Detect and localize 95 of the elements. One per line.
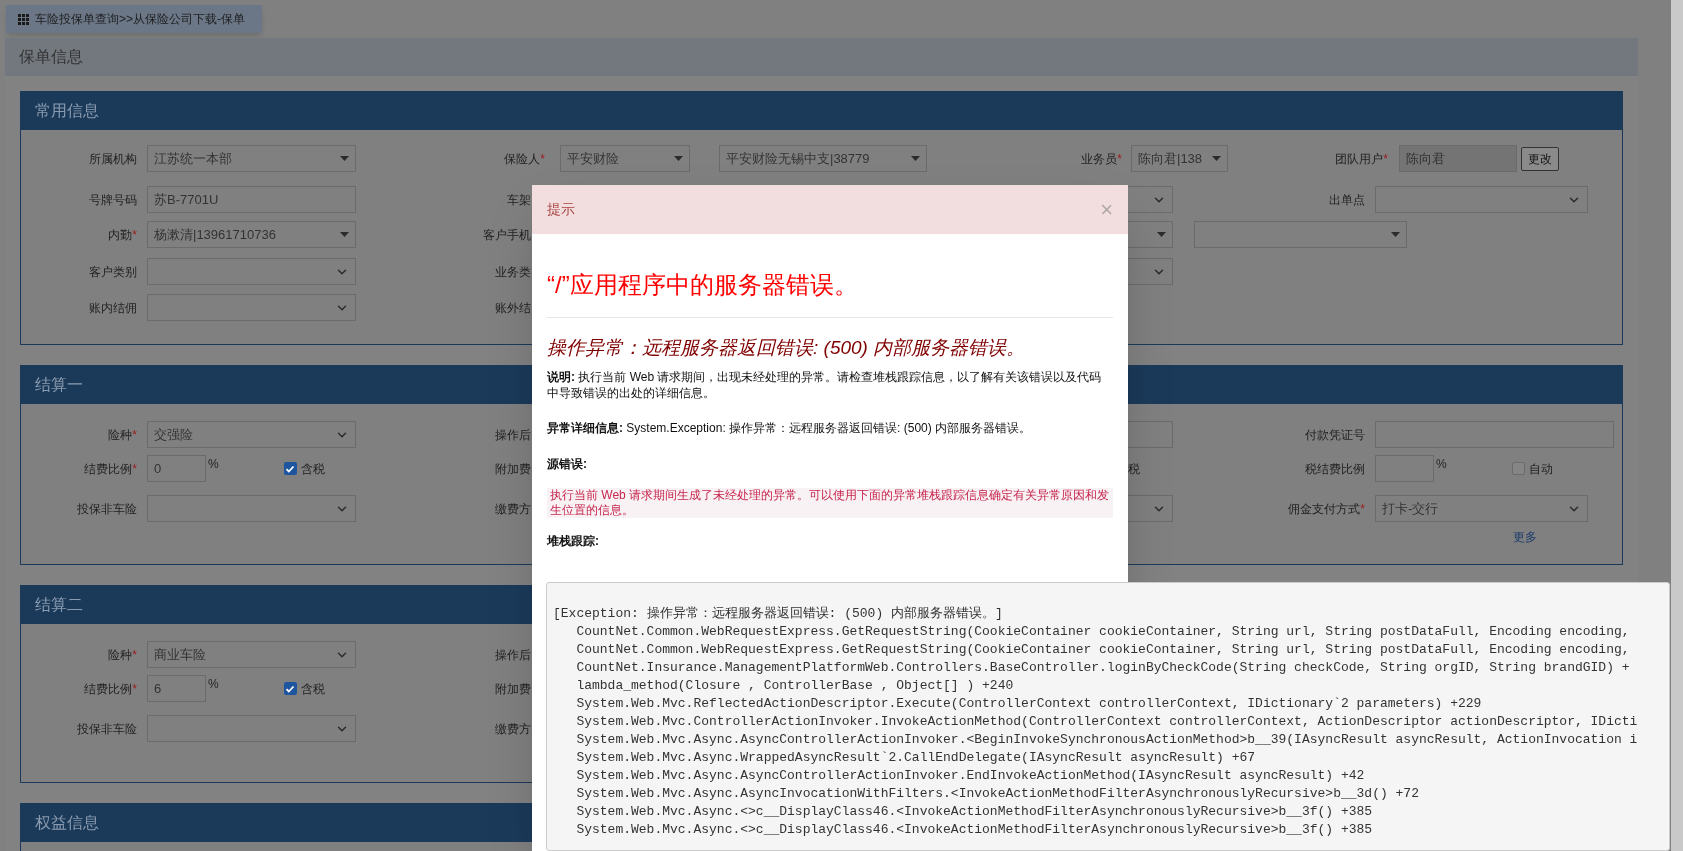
- field-label: 业务员*: [1080, 150, 1122, 168]
- field-label: 税结费比例: [1304, 460, 1365, 478]
- input-field[interactable]: 0: [147, 455, 206, 482]
- stack-trace-line: lambda_method(Closure , ControllerBase , Object[] ) +240: [575, 677, 1014, 695]
- stack-trace-line: System.Web.Mvc.Async.AsyncControllerActionInvoker.EndInvokeActionMethod(IAsyncResult asyncResult) +42: [575, 767, 1365, 785]
- unit-label: %: [208, 676, 219, 693]
- field-label: 险种*: [107, 646, 137, 664]
- field-label: 保险人*: [503, 150, 545, 168]
- checkbox[interactable]: [283, 462, 297, 475]
- dropdown-field[interactable]: [1194, 221, 1407, 248]
- select-field[interactable]: [147, 715, 356, 742]
- caret-icon: [1212, 156, 1221, 161]
- stack-trace-line: System.Web.Mvc.Async.AsyncControllerActionInvoker.<BeginInvokeSynchronousActionMethod>b__39(IAsyncResult asyncResult, ActionInvocation i: [575, 731, 1638, 749]
- caret-icon: [1391, 232, 1400, 237]
- select-field[interactable]: 商业车险: [147, 641, 356, 668]
- caret-icon: [340, 232, 349, 237]
- caret-icon: [674, 156, 683, 161]
- dropdown-field[interactable]: 杨漱清|13961710736: [147, 221, 356, 248]
- stack-trace-line: System.Web.Mvc.Async.WrappedAsyncResult`2.CallEndDelegate(IAsyncResult asyncResult) +67: [575, 749, 1256, 767]
- field-label: 内勤*: [107, 226, 137, 244]
- field-label: 附加费: [494, 460, 531, 478]
- stack-trace-line: CountNet.Common.WebRequestExpress.GetRequestString(CookieContainer cookieContainer, String url, String postDataFull, Encoding encoding,: [575, 623, 1630, 641]
- field-label: 所属机构: [88, 150, 137, 168]
- field-label: 账外结: [494, 299, 531, 317]
- field-label: 投保非车险: [76, 500, 137, 518]
- breadcrumb-text: 车险投保单查询>>从保险公司下载-保单: [35, 11, 245, 28]
- field-label: 结费比例*: [83, 680, 137, 698]
- stack-trace-line: [Exception: 操作异常：远程服务器返回错误: (500) 内部服务器错误。]: [553, 605, 1003, 623]
- field-label: 车架: [506, 191, 531, 209]
- select-field[interactable]: [147, 258, 356, 285]
- stack-trace-line: System.Web.Mvc.ReflectedActionDescriptor.Execute(ControllerContext controllerContext, IDictionary`2 parameters) +229: [575, 695, 1482, 713]
- caret-icon: [340, 156, 349, 161]
- select-field[interactable]: [147, 495, 356, 522]
- field-label: 账内结佣: [88, 299, 137, 317]
- stack-trace-line: System.Web.Mvc.Async.AsyncInvocationWithFilters.<InvokeActionMethodFilterAsynchronouslyRecursive>b__3d() +72: [575, 785, 1419, 803]
- field-label: 客户手机: [482, 226, 531, 244]
- checkbox-label: 含税: [300, 680, 325, 698]
- source-error-label: 源错误:: [547, 456, 588, 472]
- select-field[interactable]: [1128, 258, 1173, 285]
- checkbox-label: 税: [1128, 460, 1141, 478]
- checkbox[interactable]: [283, 682, 297, 695]
- field-label: 团队用户*: [1334, 150, 1388, 168]
- caret-icon: [911, 156, 920, 161]
- unit-label: %: [1436, 456, 1447, 473]
- page-title-bar: 保单信息: [5, 38, 1638, 76]
- checkbox-label: 含税: [300, 460, 325, 478]
- grid-icon: [18, 13, 29, 25]
- stack-trace-label: 堆栈跟踪:: [547, 533, 600, 549]
- stack-trace-line: CountNet.Common.WebRequestExpress.GetRequestString(CookieContainer cookieContainer, String url, String postDataFull, Encoding encoding,: [575, 641, 1630, 659]
- field-label: 操作后: [494, 646, 531, 664]
- more-link[interactable]: 更多: [1513, 528, 1537, 546]
- caret-icon: [1157, 232, 1166, 237]
- field-label: 客户类别: [88, 263, 137, 281]
- stack-trace-line: System.Web.Mvc.ControllerActionInvoker.InvokeActionMethod(ControllerContext controllerContext, ActionDescriptor actionDescriptor, IDicti: [575, 713, 1638, 731]
- stack-trace-line: CountNet.Insurance.ManagementPlatformWeb.Controllers.BaseController.loginByCheckCode(String checkCode, String orgID, String brandGID) +: [575, 659, 1630, 677]
- checkbox[interactable]: [1511, 462, 1525, 475]
- field-label: 佣金支付方式*: [1287, 500, 1365, 518]
- select-field[interactable]: [1128, 495, 1173, 522]
- dropdown-field[interactable]: 平安财险无锡中支|38779: [719, 145, 927, 172]
- field-label: 附加费: [494, 680, 531, 698]
- close-button[interactable]: ×: [1100, 198, 1113, 221]
- field-label: 投保非车险: [76, 720, 137, 738]
- select-field[interactable]: 交强险: [147, 421, 356, 448]
- error-description: 说明: 执行当前 Web 请求期间，出现未经处理的异常。请检查堆栈跟踪信息，以了解有关该错误以及代码中导致错误的出处的详细信息。: [547, 369, 1103, 401]
- field-label: 出单点: [1328, 191, 1365, 209]
- input-field[interactable]: [1128, 421, 1173, 448]
- select-field[interactable]: 打卡-交行: [1375, 495, 1588, 522]
- dropdown-field[interactable]: 陈向君|138: [1131, 145, 1228, 172]
- stack-trace-line: System.Web.Mvc.Async.<>c__DisplayClass46.<InvokeActionMethodFilterAsynchronouslyRecursive>b__3f() +385: [575, 821, 1373, 839]
- dropdown-field[interactable]: [1128, 221, 1173, 248]
- dropdown-field[interactable]: 平安财险: [560, 145, 690, 172]
- field-label: 险种*: [107, 426, 137, 444]
- change-button[interactable]: 更改: [1521, 146, 1559, 171]
- input-field[interactable]: 苏B-7701U: [147, 186, 356, 213]
- field-label: 操作后: [494, 426, 531, 444]
- unit-label: %: [208, 456, 219, 473]
- error-subheading: 操作异常：远程服务器返回错误: (500) 内部服务器错误。: [547, 336, 1027, 360]
- dialog-title: 提示: [547, 200, 575, 219]
- field-label: 业务类: [494, 263, 531, 281]
- error-heading: “/”应用程序中的服务器错误。: [547, 270, 859, 300]
- stack-trace-line: System.Web.Mvc.Async.<>c__DisplayClass46.<InvokeActionMethodFilterAsynchronouslyRecursive>b__3f() +385: [575, 803, 1373, 821]
- field-label: 结费比例*: [83, 460, 137, 478]
- breadcrumb-tab[interactable]: 车险投保单查询>>从保险公司下载-保单: [6, 5, 262, 33]
- input-field[interactable]: 6: [147, 675, 206, 702]
- field-label: 缴费方: [494, 500, 531, 518]
- select-field[interactable]: [1375, 186, 1588, 213]
- exception-details: 异常详细信息: System.Exception: 操作异常：远程服务器返回错误: (500) 内部服务器错误。: [547, 420, 1033, 436]
- select-field[interactable]: [147, 294, 356, 321]
- select-field[interactable]: [1128, 186, 1173, 213]
- field-label: 号牌号码: [88, 191, 137, 209]
- field-label: 缴费方: [494, 720, 531, 738]
- section-header: 常用信息: [21, 92, 1622, 130]
- field-label: 付款凭证号: [1304, 426, 1365, 444]
- source-error-text: 执行当前 Web 请求期间生成了未经处理的异常。可以使用下面的异常堆栈跟踪信息确定有关异常原因和发生位置的信息。: [547, 488, 1113, 518]
- checkbox-label: 自动: [1528, 460, 1553, 478]
